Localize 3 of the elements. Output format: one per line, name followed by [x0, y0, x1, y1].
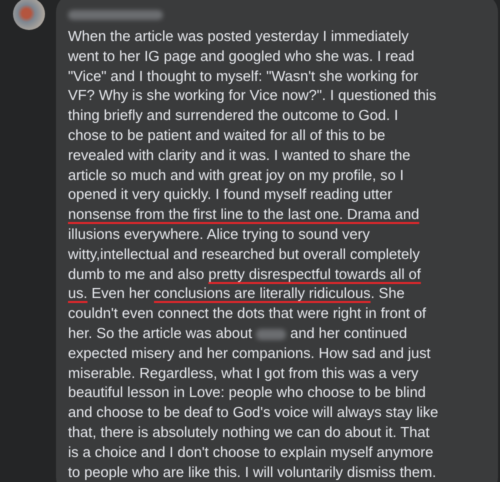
- avatar[interactable]: [13, 0, 45, 30]
- blurred-word: [256, 328, 286, 340]
- comment-text: When the article was posted yesterday I immediately went to her IG page and googled who she was. I read "Vice" and I thought to myself: "Wasn't she working for VF? Why is she working for Vice now?". I questioned this thing briefly and surrendered the outcome to God. I chose to be patient and waited for all of this to be revealed with clarity and it was. I wanted to share the article so much and with great joy on my profile, so I opened it very quickly. I found myself reading utter nonsense from the first line to the last one. Drama and illusions everywhere. Alice trying to sound very witty,intellectual and researched but overall completely dumb to me and also pretty disrespectful towards all of us. Even her conclusions are literally ridiculous. She couldn't even connect the dots that were right in front of her. So the article was about and her continued expected misery and her companions. How sad and just miserable. Regardless, what I got from this was a very beautiful lesson in Love: people who choose to be blind and choose to be deaf to God's voice will always stay like that, there is absolutely nothing we can do about it. That is a choice and I don't choose to explain myself anymore to people who are like this. I will voluntarily dismiss them.: [68, 28, 440, 482]
